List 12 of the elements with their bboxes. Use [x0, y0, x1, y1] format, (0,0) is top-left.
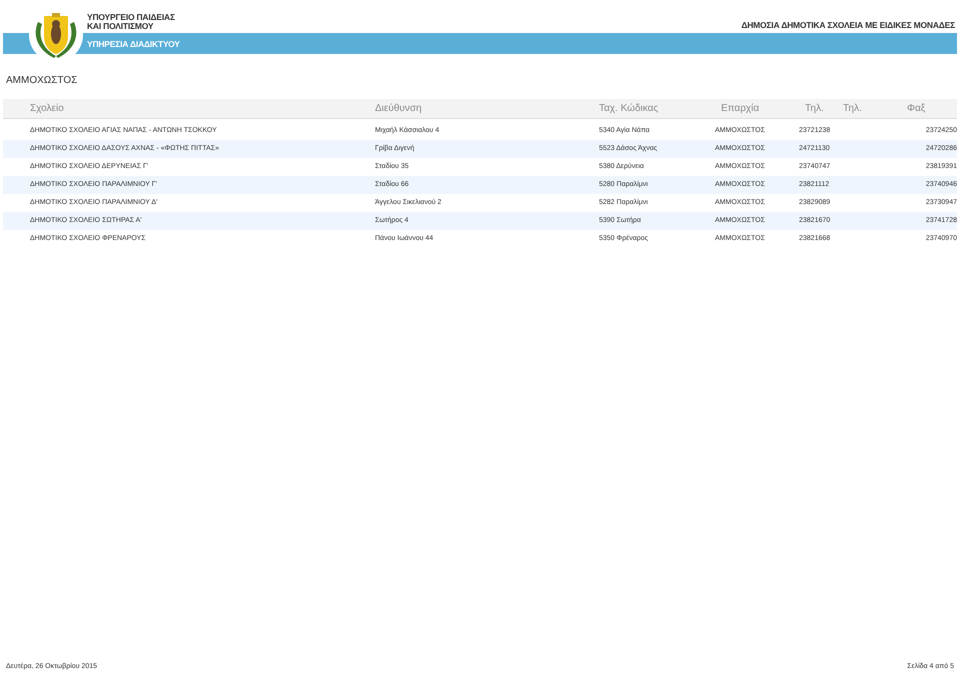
ministry-name: ΚΑΙ ΠΟΛΙΤΙΣΜΟΥ — [87, 22, 154, 31]
column-header: Ταχ. Κώδικας — [599, 102, 660, 116]
column-header: Τηλ. — [843, 102, 863, 116]
column-header: Φαξ — [906, 102, 926, 116]
column-header: Σχολείο — [29, 102, 65, 116]
ministry-name: ΥΠΟΥΡΓΕΙΟ ΠΑΙΔΕΙΑΣ — [87, 13, 175, 22]
column-header: Τηλ. — [804, 102, 825, 116]
report-title: ΔΗΜΟΣΙΑ ΔΗΜΟΤΙΚΑ ΣΧΟΛΕΙΑ ΜΕ ΕΙΔΙΚΕΣ ΜΟΝΑΔΕΣ — [741, 19, 955, 32]
column-header: Διεύθυνση — [375, 102, 423, 116]
column-header: Επαρχία — [720, 102, 760, 116]
service-name: ΥΠΗΡΕΣΙΑ ΔΙΑΔΙΚΤΥΟΥ — [87, 38, 180, 51]
district-title: ΑΜΜΟΧΩΣΤΟΣ — [6, 75, 78, 86]
